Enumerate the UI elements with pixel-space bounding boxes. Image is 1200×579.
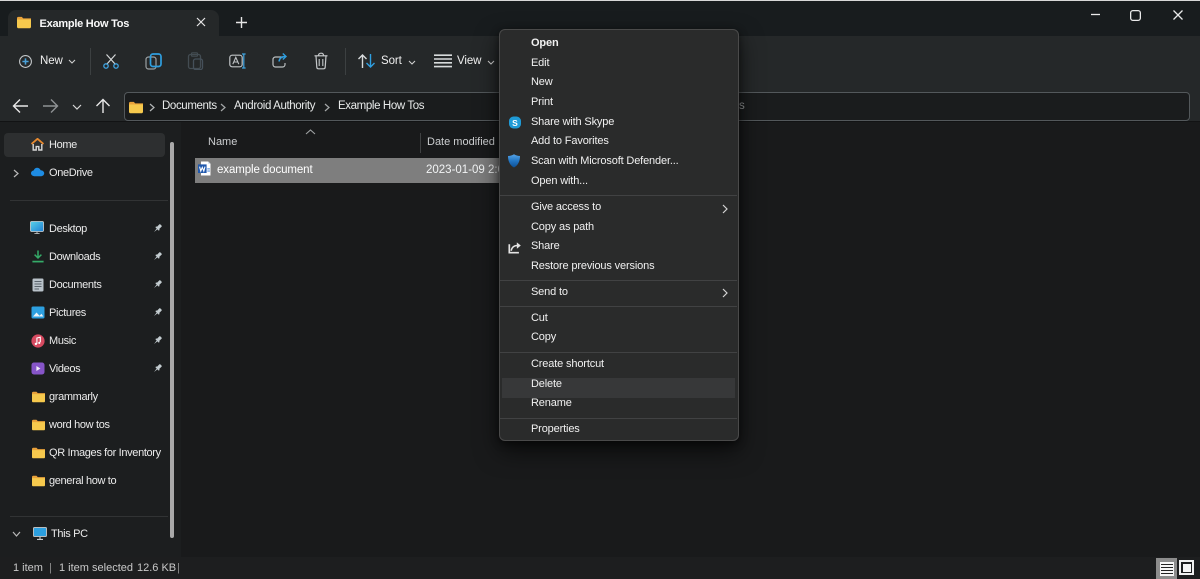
svg-text:S: S <box>512 118 518 128</box>
